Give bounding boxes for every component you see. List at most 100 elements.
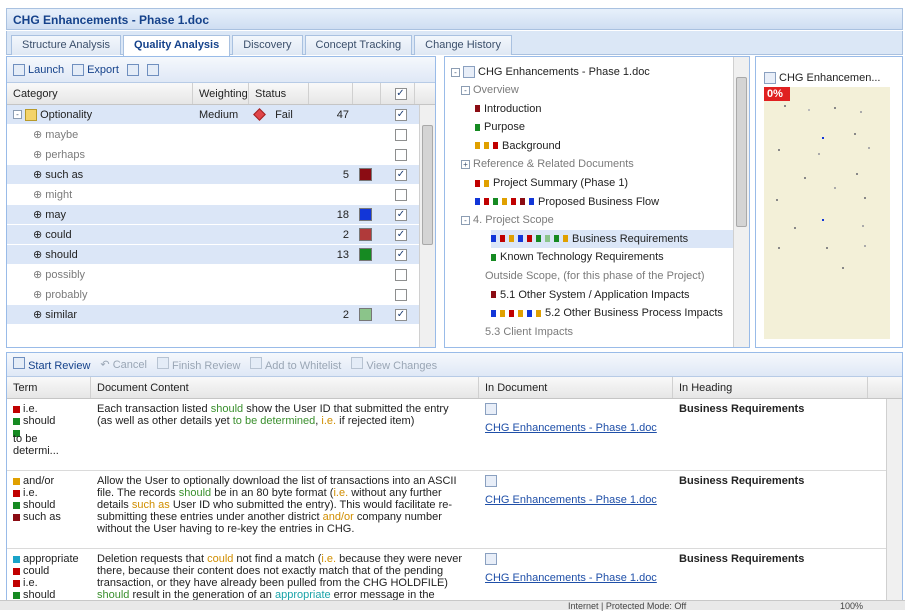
col-term[interactable]: Term (7, 377, 91, 398)
tree-root[interactable]: - CHG Enhancements - Phase 1.doc (451, 63, 650, 81)
col-status[interactable]: Status (249, 83, 309, 104)
grid-row[interactable]: ⊕ probably (7, 285, 435, 305)
finish-icon (156, 357, 169, 369)
term-label: ⊕ could (33, 229, 72, 241)
cancel-button[interactable]: ↶ Cancel (100, 358, 147, 371)
document-link[interactable]: CHG Enhancements - Phase 1.doc (485, 422, 667, 434)
row-checkbox[interactable]: ✓ (395, 228, 407, 241)
grid-row[interactable]: ⊕ could 2 ✓ (7, 225, 435, 245)
tab-structure-analysis[interactable]: Structure Analysis (11, 35, 122, 55)
grid-scrollbar[interactable] (419, 105, 435, 347)
finish-review-button[interactable]: Finish Review (156, 357, 240, 372)
grid-row[interactable]: ⊕ should 13 ✓ (7, 245, 435, 265)
collapse-icon[interactable]: - (451, 67, 460, 77)
row-checkbox[interactable] (395, 148, 407, 161)
grid-row[interactable]: ⊕ may 18 ✓ (7, 205, 435, 225)
document-link[interactable]: CHG Enhancements - Phase 1.doc (485, 572, 667, 584)
grid-row[interactable]: ⊕ similar 2 ✓ (7, 305, 435, 325)
grid-row[interactable]: ⊕ maybe (7, 125, 435, 145)
tree-node[interactable]: -4. Project Scope (461, 211, 554, 229)
tree-node[interactable]: Known Technology Requirements (491, 248, 664, 266)
expand-icon[interactable]: + (461, 159, 470, 169)
tree-node-label: Overview (473, 84, 519, 96)
columns-icon[interactable] (126, 63, 139, 76)
start-review-button[interactable]: Start Review (13, 357, 90, 372)
document-thumbnail[interactable] (764, 87, 890, 339)
review-row[interactable]: i.e. should to be determi... Each transacti… (7, 399, 902, 471)
tab-discovery[interactable]: Discovery (232, 35, 303, 55)
add-whitelist-button[interactable]: Add to Whitelist (250, 357, 341, 372)
launch-button[interactable]: Launch (13, 63, 64, 76)
col-check[interactable]: ✓ (381, 83, 415, 104)
group-row-optionality[interactable]: - Optionality Medium Fail 47 ✓ (7, 105, 435, 125)
col-content[interactable]: Document Content (91, 377, 479, 398)
row-checkbox[interactable]: ✓ (395, 308, 407, 321)
col-weighting[interactable]: Weighting (193, 83, 249, 104)
color-swatch[interactable] (359, 208, 372, 221)
review-header: Term Document Content In Document In Hea… (7, 377, 902, 399)
export-button[interactable]: Export (72, 63, 119, 76)
row-checkbox[interactable] (395, 268, 407, 281)
grid-row[interactable]: ⊕ perhaps (7, 145, 435, 165)
tree-scrollbar[interactable] (733, 57, 749, 347)
tree-root-label: CHG Enhancements - Phase 1.doc (478, 66, 650, 78)
term-marker (834, 107, 836, 109)
select-all-checkbox[interactable]: ✓ (394, 87, 407, 100)
color-swatch[interactable] (359, 168, 372, 181)
tab-strip: Structure Analysis Quality Analysis Discov… (6, 31, 903, 56)
tree-node[interactable]: Project Summary (Phase 1) (475, 174, 628, 192)
row-checkbox[interactable]: ✓ (395, 208, 407, 221)
check-cell: ✓ (381, 245, 415, 264)
review-row[interactable]: and/or i.e. should such as Allow the User to… (7, 471, 902, 549)
review-scrollbar[interactable] (886, 399, 902, 601)
tree-node[interactable]: + Reference & Related Documents (461, 155, 634, 173)
term-color-icon (13, 489, 20, 497)
status-cell (249, 305, 309, 324)
changes-icon (351, 357, 364, 369)
color-swatch[interactable] (359, 308, 372, 321)
view-changes-button[interactable]: View Changes (351, 357, 437, 372)
settings-icon[interactable] (146, 63, 159, 76)
row-checkbox[interactable]: ✓ (395, 168, 407, 181)
grid-row[interactable]: ⊕ such as 5 ✓ (7, 165, 435, 185)
tree-node[interactable]: Business Requirements (491, 229, 749, 248)
document-link[interactable]: CHG Enhancements - Phase 1.doc (485, 494, 667, 506)
tab-concept-tracking[interactable]: Concept Tracking (304, 35, 413, 55)
review-row[interactable]: appropriate could i.e. should Deletion reque… (7, 549, 902, 601)
row-checkbox[interactable] (395, 188, 407, 201)
color-swatch[interactable] (359, 248, 372, 261)
tree-node[interactable]: Outside Scope, (for this phase of the Pr… (485, 267, 705, 285)
term-marker (864, 197, 866, 199)
row-checkbox[interactable]: ✓ (395, 248, 407, 261)
status-cell (249, 245, 309, 264)
col-in-heading[interactable]: In Heading (673, 377, 868, 398)
col-in-document[interactable]: In Document (479, 377, 673, 398)
tree-node[interactable]: 5.1 Other System / Application Impacts (491, 286, 690, 304)
grid-row[interactable]: ⊕ possibly (7, 265, 435, 285)
tab-change-history[interactable]: Change History (414, 35, 512, 55)
collapse-icon[interactable]: - (461, 215, 470, 225)
grid-row[interactable]: ⊕ might (7, 185, 435, 205)
term-entry: i.e. (13, 487, 85, 499)
col-category[interactable]: Category (7, 83, 193, 104)
tree-node[interactable]: Introduction (475, 100, 541, 118)
collapse-icon[interactable]: - (13, 110, 22, 119)
tree-node[interactable]: - Overview (461, 81, 519, 99)
color-swatch[interactable] (359, 228, 372, 241)
tree-scroll-thumb[interactable] (736, 77, 747, 227)
tree-node[interactable]: 5.2 Other Business Process Impacts (491, 304, 723, 322)
collapse-icon[interactable]: - (461, 85, 470, 95)
group-checkbox[interactable]: ✓ (395, 108, 407, 121)
tree-node[interactable]: Purpose (475, 118, 525, 136)
term-bar-icon (491, 253, 496, 261)
tree-node[interactable]: 5.3 Client Impacts (485, 323, 573, 341)
grid-scroll-thumb[interactable] (422, 125, 433, 245)
tree-node[interactable]: Proposed Business Flow (475, 193, 659, 211)
row-checkbox[interactable] (395, 288, 407, 301)
row-checkbox[interactable] (395, 128, 407, 141)
term-label: ⊕ perhaps (33, 149, 86, 161)
content-segment: should (210, 403, 244, 415)
tree-node[interactable]: Background (475, 137, 561, 155)
check-cell: ✓ (381, 165, 415, 184)
tab-quality-analysis[interactable]: Quality Analysis (123, 35, 231, 56)
